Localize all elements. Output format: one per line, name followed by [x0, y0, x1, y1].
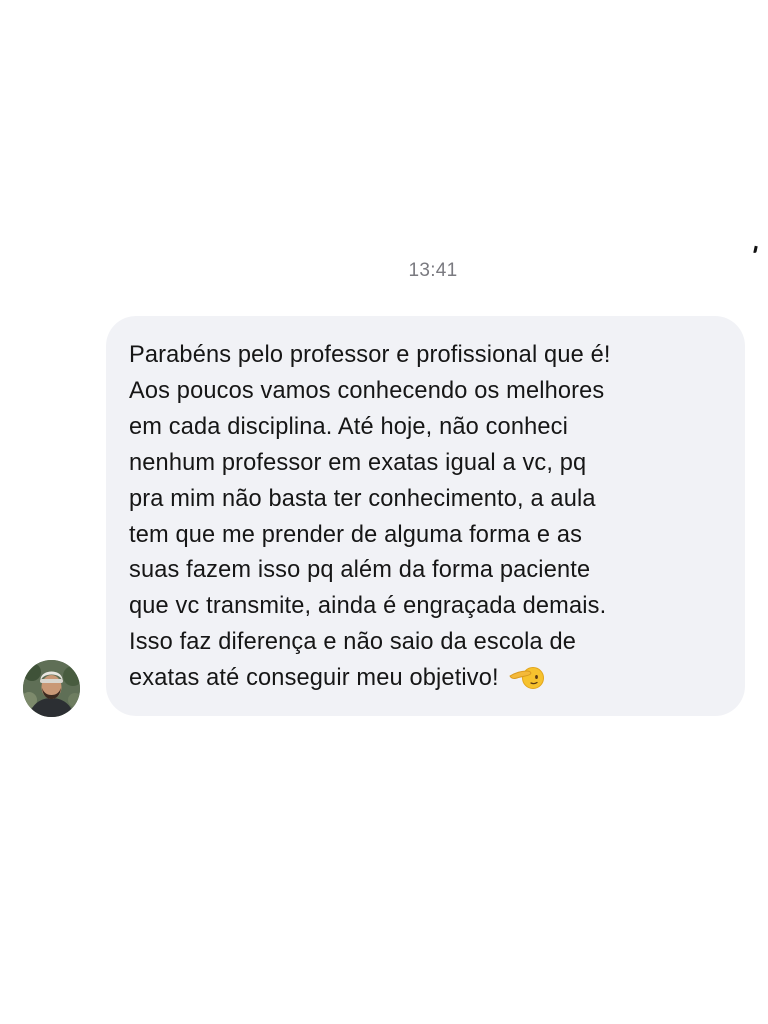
message-line: Aos poucos vamos conhecendo os melhores	[129, 377, 605, 404]
message-line-text: exatas até conseguir meu objetivo!	[129, 665, 499, 692]
message-line: pra mim não basta ter conhecimento, a au…	[129, 485, 596, 512]
corner-mark	[753, 245, 758, 254]
message-line: tem que me prender de alguma forma e as	[129, 521, 583, 548]
message-bubble[interactable]: Parabéns pelo professor e profissional q…	[106, 316, 745, 716]
message-line: em cada disciplina. Até hoje, não conhec…	[129, 413, 568, 440]
profile-photo-icon	[23, 660, 80, 717]
message-line: suas fazem isso pq além da forma pacient…	[129, 557, 591, 584]
saluting-face-emoji-icon	[509, 667, 544, 690]
message-timestamp: 13:41	[408, 260, 458, 281]
sender-avatar[interactable]	[23, 660, 80, 717]
message-text: Parabéns pelo professor e profissional q…	[129, 338, 745, 697]
message-line: Parabéns pelo professor e profissional q…	[129, 342, 611, 368]
message-line: Isso faz diferença e não saio da escola …	[129, 629, 577, 656]
message-line: que vc transmite, ainda é engraçada dema…	[129, 593, 607, 620]
message-line-last: exatas até conseguir meu objetivo!	[129, 661, 745, 697]
message-line: nenhum professor em exatas igual a vc, p…	[129, 449, 587, 476]
